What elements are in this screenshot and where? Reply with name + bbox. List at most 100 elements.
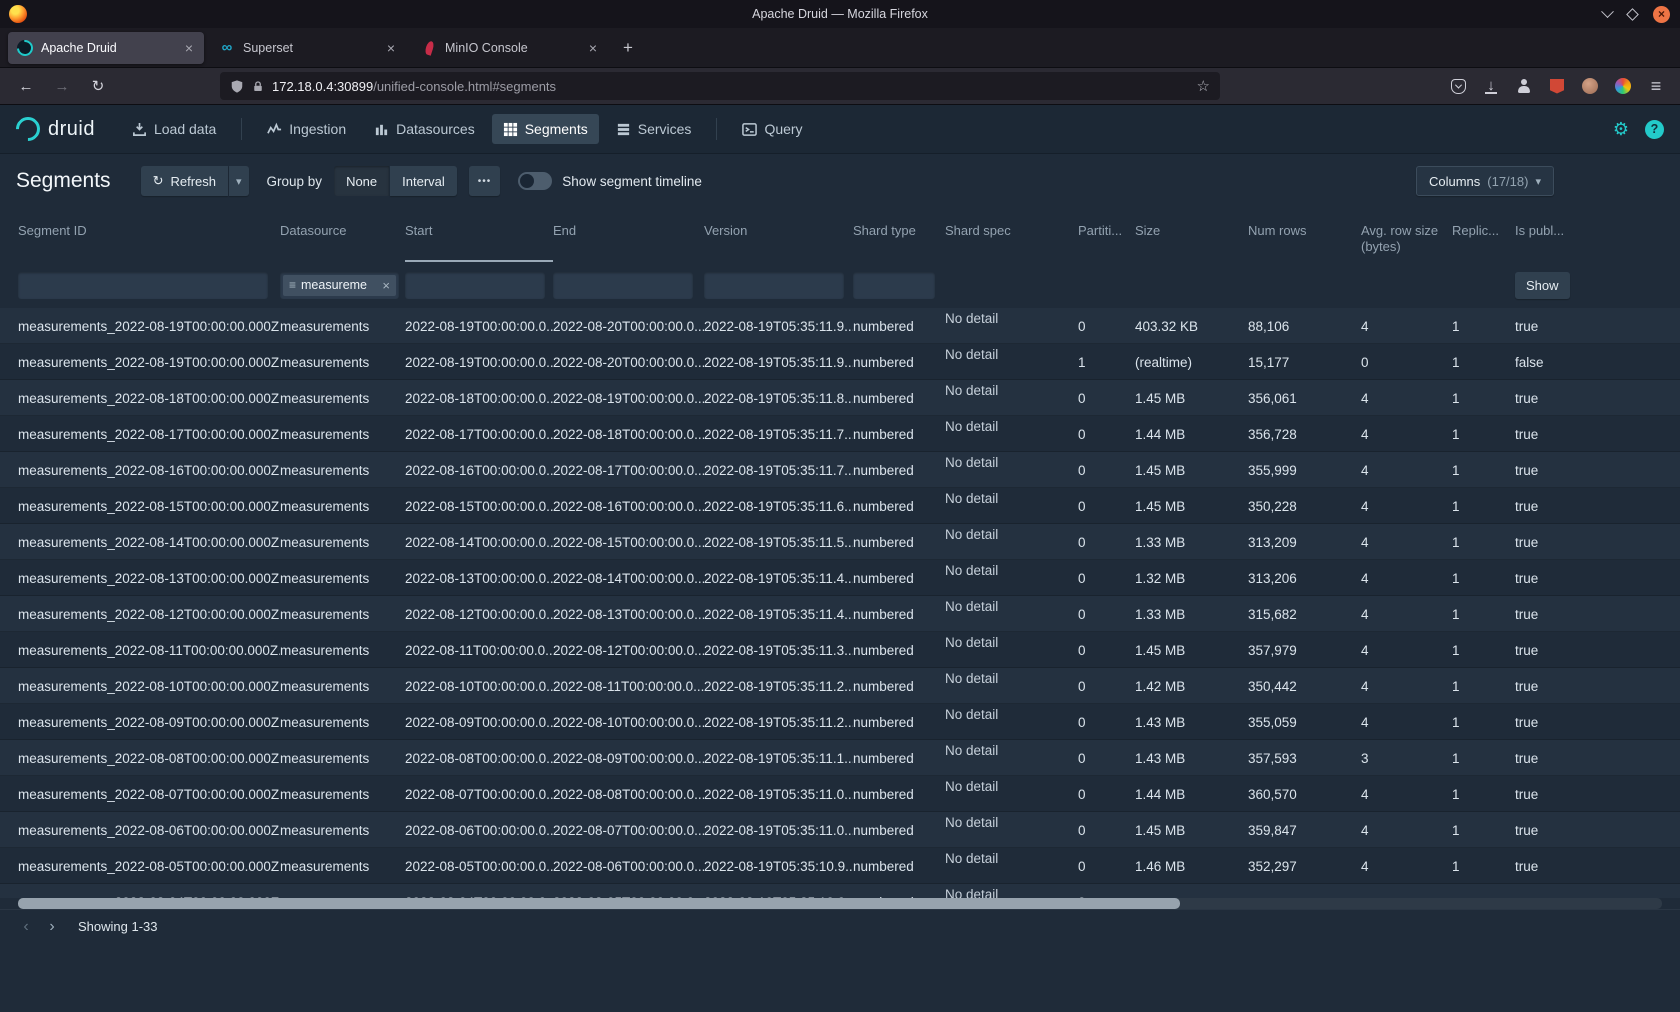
refresh-dropdown-button[interactable]: ▾	[229, 166, 249, 196]
filter-segment-id-input[interactable]	[18, 272, 268, 299]
back-button[interactable]: ←	[12, 72, 40, 100]
column-header-shard-spec[interactable]: Shard spec	[945, 208, 1078, 262]
nav-segments[interactable]: Segments	[492, 114, 599, 144]
tab-close-icon[interactable]: ×	[385, 40, 397, 56]
column-header-avg-row-size[interactable]: Avg. row size (bytes)	[1361, 208, 1452, 262]
druid-brand[interactable]: druid	[48, 118, 95, 141]
tab-close-icon[interactable]: ×	[587, 40, 599, 56]
segment-timeline-toggle[interactable]	[518, 172, 552, 190]
table-row[interactable]: measurements_2022-08-11T00:00:00.000Z...…	[0, 632, 1680, 668]
cell-start: 2022-08-19T00:00:00.0...	[405, 355, 553, 370]
table-row[interactable]: measurements_2022-08-12T00:00:00.000Z...…	[0, 596, 1680, 632]
pinwheel-extension-icon[interactable]	[1613, 76, 1633, 96]
forward-button[interactable]: →	[48, 72, 76, 100]
tab-superset[interactable]: ∞ Superset ×	[210, 32, 406, 64]
chip-remove-icon[interactable]: ×	[382, 278, 390, 293]
window-maximize-icon[interactable]	[1626, 8, 1639, 21]
cell-version: 2022-08-19T05:35:10.9...	[704, 859, 853, 874]
horizontal-scrollbar[interactable]	[18, 898, 1662, 909]
bookmark-star-icon[interactable]: ☆	[1197, 77, 1210, 95]
cell-end: 2022-08-18T00:00:00.0...	[553, 427, 704, 442]
column-header-start[interactable]: Start	[405, 208, 553, 262]
new-tab-button[interactable]: +	[614, 34, 642, 62]
menu-icon[interactable]: ≡	[1646, 76, 1666, 96]
nav-services[interactable]: Services	[605, 114, 703, 144]
url-bar[interactable]: 172.18.0.4:30899/unified-console.html#se…	[220, 72, 1220, 100]
column-header-is-published[interactable]: Is publ...	[1515, 208, 1675, 262]
tab-apache-druid[interactable]: Apache Druid ×	[8, 32, 204, 64]
window-minimize-icon[interactable]	[1601, 5, 1614, 18]
table-row[interactable]: measurements_2022-08-17T00:00:00.000Z...…	[0, 416, 1680, 452]
table-row[interactable]: measurements_2022-08-16T00:00:00.000Z...…	[0, 452, 1680, 488]
ingestion-icon	[267, 122, 282, 137]
settings-gear-icon[interactable]: ⚙	[1613, 119, 1629, 140]
reload-button[interactable]: ↻	[84, 72, 112, 100]
table-row[interactable]: measurements_2022-08-04T00:00:00.000Z...…	[0, 884, 1680, 898]
column-header-end[interactable]: End	[553, 208, 704, 262]
tab-minio-console[interactable]: MinIO Console ×	[412, 32, 608, 64]
datasource-filter-chip[interactable]: ≡ measureme ×	[283, 275, 396, 296]
window-title: Apache Druid — Mozilla Firefox	[0, 7, 1680, 21]
cell-num-rows: 356,061	[1248, 391, 1361, 406]
filter-datasource-input[interactable]: ≡ measureme ×	[280, 272, 399, 299]
scrollbar-thumb[interactable]	[18, 898, 1180, 909]
table-row[interactable]: measurements_2022-08-05T00:00:00.000Z...…	[0, 848, 1680, 884]
cell-shard-type: numbered	[853, 859, 945, 874]
avatar-extension-icon[interactable]	[1580, 76, 1600, 96]
column-header-shard-type[interactable]: Shard type	[853, 208, 945, 262]
chevron-down-icon: ▾	[236, 175, 242, 188]
table-row[interactable]: measurements_2022-08-19T00:00:00.000Z...…	[0, 344, 1680, 380]
cell-replicas: 1	[1452, 319, 1515, 334]
table-row[interactable]: measurements_2022-08-07T00:00:00.000Z...…	[0, 776, 1680, 812]
column-header-partition[interactable]: Partiti...	[1078, 208, 1135, 262]
table-row[interactable]: measurements_2022-08-18T00:00:00.000Z...…	[0, 380, 1680, 416]
account-icon[interactable]	[1514, 76, 1534, 96]
group-by-none-button[interactable]: None	[334, 166, 389, 196]
cell-size: 1.44 MB	[1135, 787, 1248, 802]
nav-ingestion[interactable]: Ingestion	[256, 114, 357, 144]
next-page-button[interactable]: ›	[40, 915, 64, 939]
cell-num-rows: 88,106	[1248, 319, 1361, 334]
group-by-interval-button[interactable]: Interval	[390, 166, 457, 196]
column-header-segment-id[interactable]: Segment ID	[18, 208, 280, 262]
pocket-save-icon[interactable]	[1448, 76, 1468, 96]
table-row[interactable]: measurements_2022-08-09T00:00:00.000Z...…	[0, 704, 1680, 740]
cell-size: 1.42 MB	[1135, 679, 1248, 694]
column-header-replicas[interactable]: Replic...	[1452, 208, 1515, 262]
columns-button[interactable]: Columns (17/18) ▾	[1416, 166, 1554, 196]
column-header-datasource[interactable]: Datasource	[280, 208, 405, 262]
window-close-icon[interactable]: ×	[1653, 6, 1670, 23]
is-published-filter-button[interactable]: Show	[1515, 272, 1570, 299]
table-row[interactable]: measurements_2022-08-13T00:00:00.000Z...…	[0, 560, 1680, 596]
downloads-icon[interactable]: ↓	[1481, 76, 1501, 96]
filter-start-input[interactable]	[405, 272, 545, 299]
table-row[interactable]: measurements_2022-08-14T00:00:00.000Z...…	[0, 524, 1680, 560]
nav-load-data[interactable]: Load data	[121, 114, 227, 144]
table-row[interactable]: measurements_2022-08-06T00:00:00.000Z...…	[0, 812, 1680, 848]
druid-logo-icon[interactable]	[11, 112, 45, 146]
table-row[interactable]: measurements_2022-08-08T00:00:00.000Z...…	[0, 740, 1680, 776]
window-controls: ×	[1603, 6, 1680, 23]
cell-version: 2022-08-19T05:35:11.0...	[704, 823, 853, 838]
filter-end-input[interactable]	[553, 272, 693, 299]
nav-datasources[interactable]: Datasources	[363, 114, 486, 144]
cell-version: 2022-08-19T05:35:11.2...	[704, 715, 853, 730]
tab-close-icon[interactable]: ×	[183, 40, 195, 56]
table-row[interactable]: measurements_2022-08-19T00:00:00.000Z...…	[0, 308, 1680, 344]
lock-icon[interactable]	[252, 80, 264, 93]
nav-query[interactable]: Query	[731, 114, 813, 144]
cell-shard-type: numbered	[853, 823, 945, 838]
tracking-shield-icon[interactable]	[230, 79, 244, 94]
more-options-button[interactable]: •••	[469, 166, 501, 196]
table-row[interactable]: measurements_2022-08-10T00:00:00.000Z...…	[0, 668, 1680, 704]
column-header-num-rows[interactable]: Num rows	[1248, 208, 1361, 262]
table-row[interactable]: measurements_2022-08-15T00:00:00.000Z...…	[0, 488, 1680, 524]
previous-page-button[interactable]: ‹	[14, 915, 38, 939]
filter-shard-type-input[interactable]	[853, 272, 935, 299]
ublock-origin-icon[interactable]	[1547, 76, 1567, 96]
filter-version-input[interactable]	[704, 272, 844, 299]
help-icon[interactable]: ?	[1645, 120, 1664, 139]
refresh-button[interactable]: ↻ Refresh	[141, 166, 228, 196]
column-header-version[interactable]: Version	[704, 208, 853, 262]
column-header-size[interactable]: Size	[1135, 208, 1248, 262]
